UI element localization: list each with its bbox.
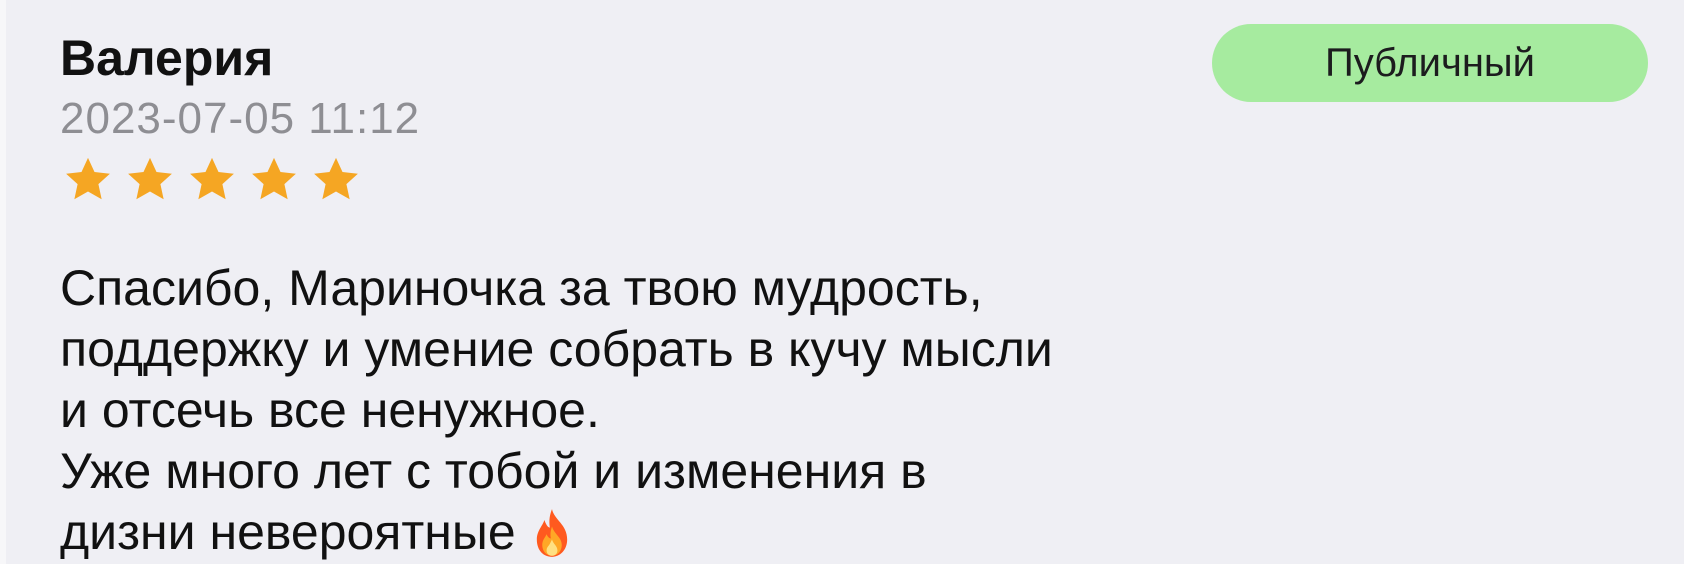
review-text-line: Спасибо, Мариночка за твою мудрость, [60, 260, 983, 316]
star-icon [128, 157, 172, 200]
star-icon [314, 157, 358, 200]
review-text-line: поддержку и умение собрать в кучу мысли [60, 321, 1053, 377]
review-text: Спасибо, Мариночка за твою мудрость, под… [60, 258, 1660, 563]
star-icon [190, 157, 234, 200]
review-text-line: дизни невероятные [60, 504, 516, 560]
review-text-line-last: дизни невероятные [60, 502, 1660, 563]
review-date: 2023-07-05 11:12 [60, 94, 421, 143]
star-icon [252, 157, 296, 200]
fire-icon [536, 509, 567, 557]
star-rating [58, 150, 368, 210]
review-card: Валерия 2023-07-05 11:12 Публичный Спаси… [0, 0, 1684, 564]
visibility-badge[interactable]: Публичный [1212, 24, 1648, 102]
reviewer-name: Валерия [60, 30, 274, 86]
star-icon [66, 157, 110, 200]
review-text-line: и отсечь все ненужное. [60, 382, 600, 438]
review-text-line: Уже много лет с тобой и изменения в [60, 443, 927, 499]
